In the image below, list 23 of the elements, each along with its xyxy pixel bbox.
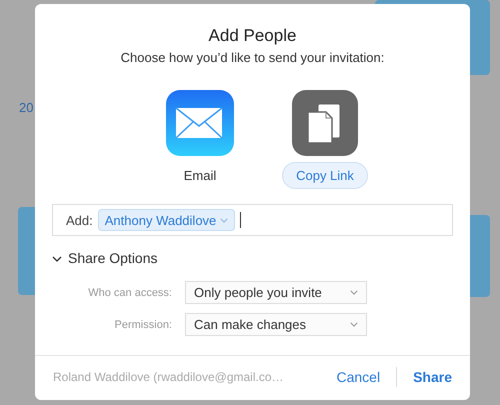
share-method-button[interactable]: Email [170, 162, 230, 190]
chevron-down-icon [52, 256, 62, 262]
recipient-token[interactable]: Anthony Waddilove [98, 209, 236, 232]
envelope-icon[interactable] [166, 90, 234, 156]
share-options-toggle[interactable]: Share Options [52, 248, 158, 270]
cancel-button[interactable]: Cancel [336, 366, 380, 388]
caret-icon [220, 218, 228, 223]
owner-text: Roland Waddilove (rwaddilove@gmail.co… [53, 369, 285, 386]
share-method-button[interactable]: Copy Link [282, 162, 368, 190]
option-select[interactable]: Can make changes [185, 313, 367, 336]
caret-icon [350, 322, 358, 328]
dialog-subtitle: Choose how you’d like to send your invitation: [120, 49, 386, 68]
caret-icon [350, 290, 358, 296]
dialog-title: Add People [208, 25, 298, 46]
text-cursor [240, 212, 242, 228]
documents-icon[interactable] [292, 90, 358, 156]
option-label: Who can access: [87, 286, 172, 300]
share-button[interactable]: Share [413, 366, 452, 388]
background-text: 20 [19, 99, 34, 117]
add-label: Add: [66, 212, 93, 230]
add-field[interactable]: Add: Anthony Waddilove [52, 204, 453, 236]
option-label: Permission: [114, 318, 172, 332]
option-select[interactable]: Only people you invite [185, 281, 367, 304]
